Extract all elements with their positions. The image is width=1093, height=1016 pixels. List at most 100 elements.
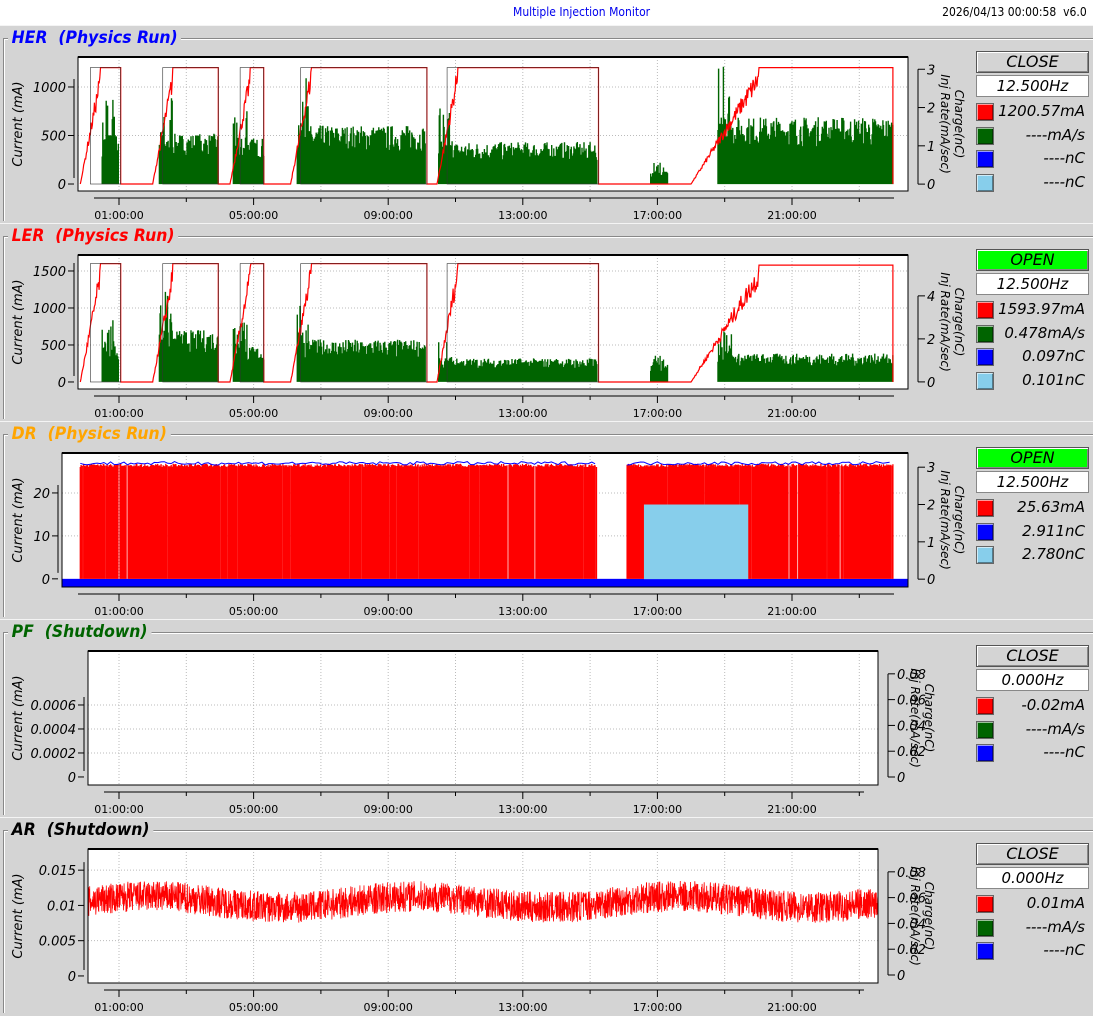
color-swatch [976, 546, 994, 564]
color-swatch [976, 895, 994, 913]
legend-row: 25.63mA [976, 497, 1089, 521]
time-tick-label: 05:00:00 [229, 209, 278, 222]
color-swatch [976, 918, 994, 937]
legend-row: 2.780nC [976, 544, 1089, 568]
legend: CLOSE 12.500Hz 1200.57mA ----mA/s ----nC ----… [976, 51, 1089, 195]
legend-value: 1593.97mA [998, 300, 1085, 318]
y2-axis-label-injrate: Inj Rate(mA/sec) [938, 74, 952, 174]
color-swatch [976, 348, 994, 366]
time-tick-label: 13:00:00 [498, 209, 547, 222]
time-tick-label: 05:00:00 [229, 1001, 278, 1014]
y-tick-label: 0 [42, 573, 50, 588]
time-tick-label: 21:00:00 [767, 605, 816, 618]
y2-tick-label: 4 [927, 290, 935, 305]
beam-gate-state-button[interactable]: CLOSE [976, 51, 1089, 73]
y-tick-label: 1500 [33, 265, 66, 280]
y-tick-label: 0.015 [39, 864, 76, 879]
charge-band [62, 578, 908, 587]
y-tick-label: 1000 [33, 302, 66, 317]
color-swatch [976, 126, 994, 145]
y2-tick-label: 2 [927, 333, 935, 348]
plot-area [88, 651, 878, 785]
y2-axis-label-charge: Charge(nC) [952, 288, 966, 357]
legend-row: ----mA/s [976, 125, 1089, 149]
time-tick-label: 13:00:00 [498, 1001, 547, 1014]
time-tick-label: 01:00:00 [94, 605, 143, 618]
time-tick-label: 01:00:00 [94, 803, 143, 816]
y-tick-label: 0 [58, 178, 66, 193]
color-swatch [976, 499, 994, 517]
y-tick-label: 1000 [33, 81, 66, 96]
current-series [79, 463, 894, 579]
time-tick-label: 17:00:00 [633, 1001, 682, 1014]
legend-value: ----nC [1043, 743, 1085, 761]
legend-value: ----mA/s [1025, 917, 1085, 936]
legend-value: 0.097nC [1022, 347, 1085, 365]
time-tick-label: 17:00:00 [633, 407, 682, 420]
plot-ar: 00.0050.010.015Current (mA)00.020.040.06… [11, 848, 936, 1014]
color-swatch [976, 103, 994, 121]
legend-value: ----nC [1043, 149, 1085, 167]
legend-value: 0.478mA/s [1004, 323, 1085, 342]
app-title: Multiple Injection Monitor [513, 5, 651, 19]
legend-value: 25.63mA [1017, 498, 1085, 516]
time-tick-label: 21:00:00 [767, 803, 816, 816]
y-tick-label: 0 [68, 771, 76, 786]
y-tick-label: 0.01 [47, 899, 76, 914]
time-tick-label: 21:00:00 [767, 1001, 816, 1014]
y2-tick-label: 1 [927, 536, 935, 551]
y2-axis-label-charge: Charge(nC) [922, 882, 936, 951]
beam-gate-state-button[interactable]: CLOSE [976, 645, 1089, 667]
legend-row: 0.101nC [976, 370, 1089, 394]
y2-tick-label: 1 [927, 140, 935, 155]
legend-value: ----mA/s [1025, 719, 1085, 738]
y2-axis-label-injrate: Inj Rate(mA/sec) [908, 668, 922, 768]
time-tick-label: 17:00:00 [633, 209, 682, 222]
plot-pf: 00.00020.00040.0006Current (mA)00.020.04… [11, 650, 936, 816]
y-tick-label: 10 [33, 530, 50, 545]
legend-value: -0.02mA [1021, 696, 1085, 714]
time-tick-label: 17:00:00 [633, 605, 682, 618]
y2-tick-label: 0 [927, 376, 935, 391]
legend-row: 0.478mA/s [976, 323, 1089, 347]
y-axis-label: Current (mA) [11, 279, 26, 364]
y2-tick-label: 2 [927, 499, 935, 514]
plot-area [88, 849, 878, 983]
color-swatch [976, 697, 994, 715]
panel-ler: LER (Physics Run) OPEN 12.500Hz 1593.97mA 0.… [0, 223, 1093, 422]
y-tick-label: 0.005 [39, 935, 76, 950]
color-swatch [976, 744, 994, 762]
y-tick-label: 20 [33, 487, 50, 502]
y2-axis-label-charge: Charge(nC) [952, 486, 966, 555]
beam-gate-state-button[interactable]: OPEN [976, 447, 1089, 469]
color-swatch [976, 942, 994, 960]
beam-gate-state-button[interactable]: CLOSE [976, 843, 1089, 865]
y2-tick-label: 2 [927, 102, 935, 117]
time-tick-label: 05:00:00 [229, 605, 278, 618]
plot-dr: 0 10 20 Current (mA) 0 1 2 3 Charge(nC)Inj Rate(… [11, 452, 966, 618]
legend-row: 1593.97mA [976, 299, 1089, 323]
legend-row: 0.097nC [976, 346, 1089, 370]
y-tick-label: 500 [41, 129, 66, 144]
time-tick-label: 13:00:00 [498, 605, 547, 618]
legend-row: ----mA/s [976, 917, 1089, 941]
color-swatch [976, 371, 994, 390]
legend-row: 2.911nC [976, 521, 1089, 545]
frequency-display: 12.500Hz [976, 75, 1089, 97]
legend-value: 0.101nC [1022, 370, 1085, 389]
legend-row: ----nC [976, 148, 1089, 172]
y-tick-label: 0 [58, 376, 66, 391]
beam-gate-state-button[interactable]: OPEN [976, 249, 1089, 271]
legend: OPEN 12.500Hz 1593.97mA 0.478mA/s 0.097nC 0.1… [976, 249, 1089, 393]
y2-axis-label-injrate: Inj Rate(mA/sec) [908, 866, 922, 966]
time-tick-label: 09:00:00 [363, 803, 412, 816]
y2-tick-label: 3 [927, 63, 935, 78]
legend-value: 2.911nC [1022, 521, 1085, 540]
time-tick-label: 09:00:00 [363, 209, 412, 222]
panel-her: HER (Physics Run) CLOSE 12.500Hz 1200.57mA -… [0, 25, 1093, 224]
time-tick-label: 13:00:00 [498, 803, 547, 816]
time-tick-label: 05:00:00 [229, 803, 278, 816]
time-tick-label: 01:00:00 [94, 209, 143, 222]
y-axis-label: Current (mA) [11, 81, 26, 166]
time-tick-label: 05:00:00 [229, 407, 278, 420]
